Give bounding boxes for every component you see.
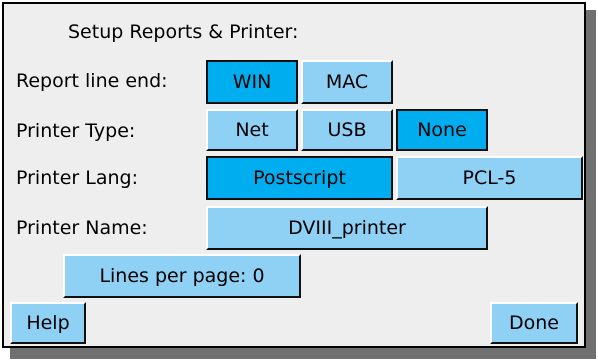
setup-dialog: Setup Reports & Printer: Report line end… [2,2,586,348]
printer-name-field[interactable]: DVIII_printer [206,206,488,250]
printer-name-label: Printer Name: [16,217,148,239]
printer-type-net-button[interactable]: Net [206,109,298,151]
line-end-win-button[interactable]: WIN [206,60,298,104]
done-button[interactable]: Done [490,302,578,344]
line-end-mac-button[interactable]: MAC [301,60,393,104]
dialog-title: Setup Reports & Printer: [68,21,299,43]
printer-type-usb-button[interactable]: USB [301,109,393,151]
report-line-end-label: Report line end: [16,70,168,92]
printer-lang-postscript-button[interactable]: Postscript [206,156,393,200]
printer-type-label: Printer Type: [16,120,136,142]
lines-per-page-button[interactable]: Lines per page: 0 [63,254,301,298]
printer-type-none-button[interactable]: None [396,109,488,151]
printer-lang-label: Printer Lang: [16,167,138,189]
help-button[interactable]: Help [10,302,86,344]
printer-lang-pcl5-button[interactable]: PCL-5 [396,156,583,200]
